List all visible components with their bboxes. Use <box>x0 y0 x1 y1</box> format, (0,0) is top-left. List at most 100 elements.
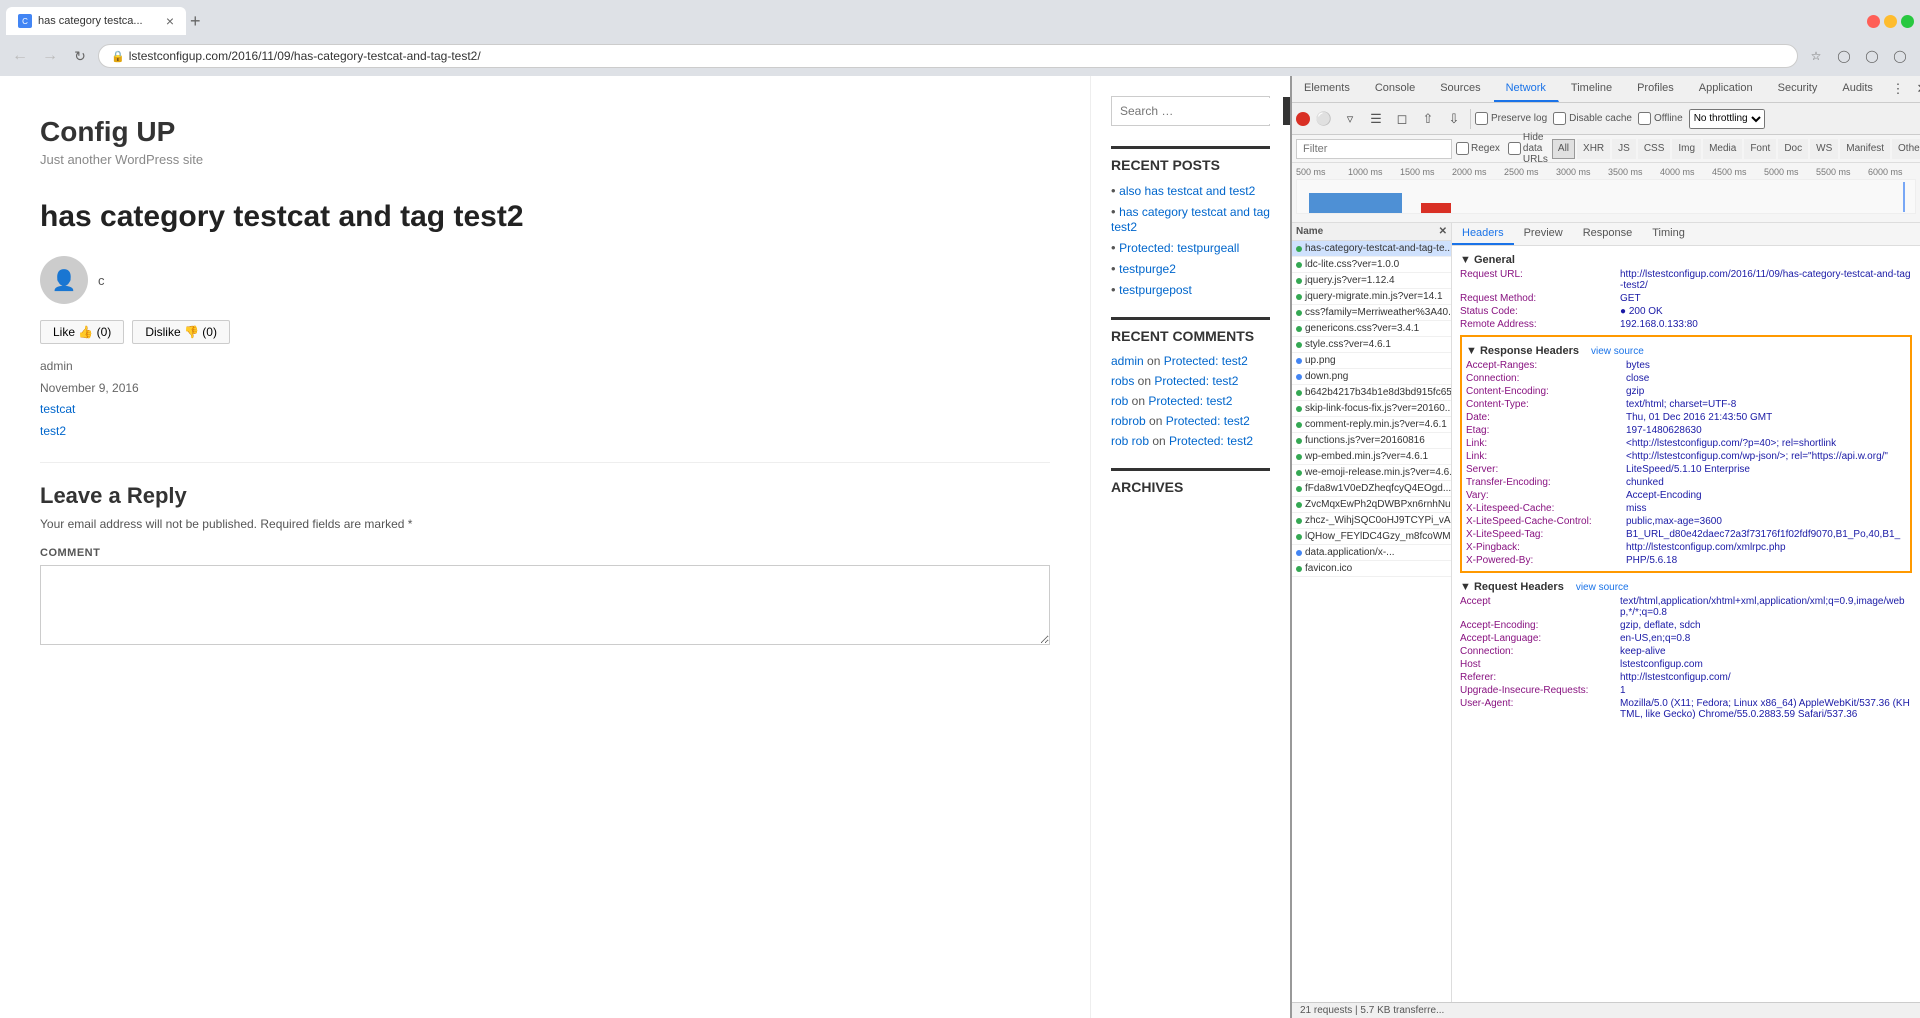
regex-checkbox[interactable] <box>1456 142 1469 155</box>
import-button[interactable]: ⇧ <box>1416 107 1440 131</box>
avatar: 👤 <box>40 256 88 304</box>
tab-elements[interactable]: Elements <box>1292 76 1363 102</box>
list-header: Name ✕ <box>1292 223 1451 241</box>
request-item[interactable]: skip-link-focus-fix.js?ver=20160... <box>1292 401 1451 417</box>
back-button[interactable]: ← <box>8 44 32 68</box>
view-source-link[interactable]: view source <box>1591 346 1644 357</box>
request-item[interactable]: ldc-lite.css?ver=1.0.0 <box>1292 257 1451 273</box>
extension-icon3[interactable]: ◯ <box>1888 44 1912 68</box>
view-button[interactable]: ☰ <box>1364 107 1388 131</box>
window-close-button[interactable] <box>1867 15 1880 28</box>
bookmark-icon[interactable]: ☆ <box>1804 44 1828 68</box>
export-button[interactable]: ⇩ <box>1442 107 1466 131</box>
new-tab-button[interactable]: + <box>190 12 201 30</box>
record-button[interactable] <box>1296 112 1310 126</box>
detail-tab-timing[interactable]: Timing <box>1642 223 1695 245</box>
view-source-link2[interactable]: view source <box>1576 582 1629 593</box>
tab-profiles[interactable]: Profiles <box>1625 76 1687 102</box>
toolbar-separator <box>1470 109 1471 129</box>
tab-network[interactable]: Network <box>1494 76 1559 102</box>
request-item[interactable]: up.png <box>1292 353 1451 369</box>
extension-icon2[interactable]: ◯ <box>1860 44 1884 68</box>
request-item[interactable]: wp-embed.min.js?ver=4.6.1 <box>1292 449 1451 465</box>
preserve-log-label: Preserve log <box>1475 112 1547 125</box>
request-item[interactable]: down.png <box>1292 369 1451 385</box>
request-item[interactable]: jquery-migrate.min.js?ver=14.1 <box>1292 289 1451 305</box>
preserve-log-checkbox[interactable] <box>1475 112 1488 125</box>
tab-security[interactable]: Security <box>1766 76 1831 102</box>
filter-css[interactable]: CSS <box>1638 139 1671 159</box>
tab-close-button[interactable]: × <box>166 13 174 29</box>
comment-item: rob rob on Protected: test2 <box>1111 434 1270 448</box>
request-item[interactable]: fFda8w1V0eDZheqfcyQ4EOgd... <box>1292 481 1451 497</box>
request-item[interactable]: comment-reply.min.js?ver=4.6.1 <box>1292 417 1451 433</box>
filter-font[interactable]: Font <box>1744 139 1776 159</box>
list-close[interactable]: ✕ <box>1439 226 1447 237</box>
request-item[interactable]: data.application/x-... <box>1292 545 1451 561</box>
request-item[interactable]: jquery.js?ver=1.12.4 <box>1292 273 1451 289</box>
request-item[interactable]: style.css?ver=4.6.1 <box>1292 337 1451 353</box>
filter-js[interactable]: JS <box>1612 139 1636 159</box>
request-item[interactable]: has-category-testcat-and-tag-te... <box>1292 241 1451 257</box>
window-minimize-button[interactable] <box>1884 15 1897 28</box>
request-item[interactable]: zhcz-_WihjSQC0oHJ9TCYPi_vA... <box>1292 513 1451 529</box>
webpage: Config UP Just another WordPress site ha… <box>0 76 1090 1018</box>
status-indicator <box>1296 550 1302 556</box>
window-maximize-button[interactable] <box>1901 15 1914 28</box>
tab-application[interactable]: Application <box>1687 76 1766 102</box>
request-item[interactable]: lQHow_FEYlDC4Gzy_m8fcoWM... <box>1292 529 1451 545</box>
filter-input[interactable] <box>1296 139 1452 159</box>
dislike-button[interactable]: Dislike 👎 (0) <box>132 320 230 344</box>
forward-button[interactable]: → <box>38 44 62 68</box>
view-grid-button[interactable]: ◻ <box>1390 107 1414 131</box>
filter-doc[interactable]: Doc <box>1778 139 1808 159</box>
request-item[interactable]: genericons.css?ver=3.4.1 <box>1292 321 1451 337</box>
tab-console[interactable]: Console <box>1363 76 1428 102</box>
request-header-row: Connection:keep-alive <box>1460 645 1912 658</box>
detail-tab-preview[interactable]: Preview <box>1514 223 1573 245</box>
offline-checkbox[interactable] <box>1638 112 1651 125</box>
status-indicator <box>1296 486 1302 492</box>
search-button[interactable]: 🔍 <box>1283 97 1290 125</box>
timeline-graph <box>1296 179 1916 214</box>
request-item[interactable]: functions.js?ver=20160816 <box>1292 433 1451 449</box>
tab-sources[interactable]: Sources <box>1428 76 1493 102</box>
request-item[interactable]: ZvcMqxEwPh2qDWBPxn6rnhNu... <box>1292 497 1451 513</box>
filter-media[interactable]: Media <box>1703 139 1742 159</box>
tab-audits[interactable]: Audits <box>1830 76 1886 102</box>
tab-timeline[interactable]: Timeline <box>1559 76 1625 102</box>
refresh-button[interactable]: ↻ <box>68 44 92 68</box>
extension-icon1[interactable]: ◯ <box>1832 44 1856 68</box>
response-header-row: Content-Encoding:gzip <box>1466 385 1906 398</box>
search-input[interactable] <box>1112 98 1283 124</box>
detail-tab-headers[interactable]: Headers <box>1452 223 1514 245</box>
disable-cache-checkbox[interactable] <box>1553 112 1566 125</box>
status-indicator <box>1296 342 1302 348</box>
like-button[interactable]: Like 👍 (0) <box>40 320 124 344</box>
url-bar[interactable]: 🔒 lstestconfigup.com/2016/11/09/has-cate… <box>98 44 1798 68</box>
request-item[interactable]: we-emoji-release.min.js?ver=4.6.1 <box>1292 465 1451 481</box>
request-item[interactable]: css?family=Merriweather%3A40... <box>1292 305 1451 321</box>
active-tab[interactable]: C has category testca... × <box>6 7 186 35</box>
tick-1000: 1000 ms <box>1348 167 1400 177</box>
response-header-row: Server:LiteSpeed/5.1.10 Enterprise <box>1466 463 1906 476</box>
devtools-more-button[interactable]: ⋮ <box>1886 77 1910 101</box>
filter-all[interactable]: All <box>1552 139 1575 159</box>
clear-button[interactable]: ⚪ <box>1312 107 1336 131</box>
request-item[interactable]: favicon.ico <box>1292 561 1451 577</box>
detail-tab-response[interactable]: Response <box>1573 223 1643 245</box>
filter-other[interactable]: Other <box>1892 139 1920 159</box>
filter-xhr[interactable]: XHR <box>1577 139 1610 159</box>
recent-posts-title: RECENT POSTS <box>1111 146 1270 173</box>
filter-img[interactable]: Img <box>1672 139 1701 159</box>
filter-manifest[interactable]: Manifest <box>1840 139 1890 159</box>
request-item[interactable]: b642b4217b34b1e8d3bd915fc65... <box>1292 385 1451 401</box>
filter-button[interactable]: ▿ <box>1338 107 1362 131</box>
tab-favicon: C <box>18 14 32 28</box>
comment-input[interactable] <box>40 565 1050 645</box>
hide-data-urls-checkbox[interactable] <box>1508 142 1521 155</box>
devtools-close-button[interactable]: ✕ <box>1910 77 1920 101</box>
throttling-select[interactable]: No throttling <box>1689 109 1765 129</box>
request-header-row: Accept-Language:en-US,en;q=0.8 <box>1460 632 1912 645</box>
filter-ws[interactable]: WS <box>1810 139 1838 159</box>
